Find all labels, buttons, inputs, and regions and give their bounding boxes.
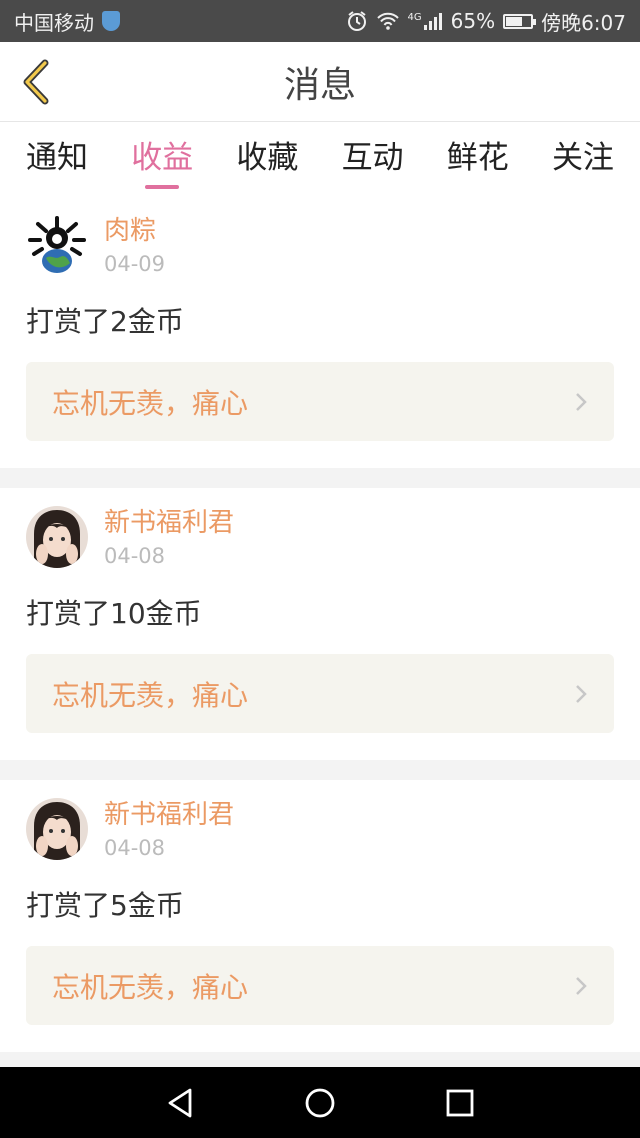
status-bar: 中国移动 4G 65% 傍晚6:07 [0,0,640,42]
shield-icon [102,11,120,31]
tab-label: 关注 [551,139,614,176]
recents-square-icon [446,1089,474,1116]
wifi-icon [376,11,400,31]
book-title: 忘机无羡，痛心 [52,386,249,420]
tab-following[interactable]: 关注 [552,122,614,186]
clock: 傍晚6:07 [541,10,626,35]
chevron-right-icon [576,392,587,411]
carrier-label: 中国移动 [14,10,94,35]
book-link[interactable]: 忘机无羡，痛心 [26,654,614,733]
message-card: 肉粽 04-09 打赏了2金币 忘机无羡，痛心 [0,196,640,468]
tab-notifications[interactable]: 通知 [26,122,88,186]
message-date: 04-09 [104,252,166,276]
tab-label: 收藏 [236,139,299,176]
back-button[interactable] [12,56,58,108]
book-title: 忘机无羡，痛心 [52,678,249,712]
page-title: 消息 [283,64,356,106]
tab-label: 互动 [341,139,404,176]
message-date: 04-08 [104,544,166,568]
network-label: 4G [407,12,422,23]
alarm-icon [346,10,368,32]
message-card: 新书福利君 04-08 打赏了5金币 忘机无羡，痛心 [0,780,640,1052]
avatar[interactable] [26,798,88,860]
avatar[interactable] [26,506,88,568]
username[interactable]: 肉粽 [104,214,165,248]
tab-label: 收益 [131,139,194,176]
username[interactable]: 新书福利君 [104,798,234,832]
chevron-right-icon [576,976,587,995]
nav-home-button[interactable] [290,1073,350,1133]
tab-interaction[interactable]: 互动 [342,122,404,186]
back-triangle-icon [168,1088,192,1117]
reward-text: 打赏了10金币 [26,597,202,630]
chevron-right-icon [576,684,587,703]
tab-favorites[interactable]: 收藏 [236,122,298,186]
reward-text: 打赏了2金币 [26,305,184,338]
battery-icon [503,13,537,29]
chevron-left-icon [23,59,49,105]
system-nav-bar [0,1067,640,1138]
tab-label: 鲜花 [446,139,509,176]
book-link[interactable]: 忘机无羡，痛心 [26,362,614,441]
message-date: 04-08 [104,836,166,860]
message-list: 肉粽 04-09 打赏了2金币 忘机无羡，痛心 新书福利君 04-08 打赏了1… [0,196,640,1072]
message-card: 新书福利君 04-08 打赏了10金币 忘机无羡，痛心 [0,488,640,760]
username[interactable]: 新书福利君 [104,506,234,540]
home-circle-icon [305,1088,335,1117]
signal-icon: 4G [408,12,443,30]
book-link[interactable]: 忘机无羡，痛心 [26,946,614,1025]
app-header: 消息 [0,42,640,122]
tab-label: 通知 [26,139,88,176]
tab-earnings[interactable]: 收益 [131,122,193,186]
tab-bar: 通知 收益 收藏 互动 鲜花 关注 [0,122,640,196]
avatar[interactable] [26,214,88,276]
nav-recents-button[interactable] [430,1073,490,1133]
reward-text: 打赏了5金币 [26,889,184,922]
nav-back-button[interactable] [150,1073,210,1133]
book-title: 忘机无羡，痛心 [52,970,249,1004]
battery-percent: 65% [450,9,496,33]
tab-flowers[interactable]: 鲜花 [447,122,509,186]
